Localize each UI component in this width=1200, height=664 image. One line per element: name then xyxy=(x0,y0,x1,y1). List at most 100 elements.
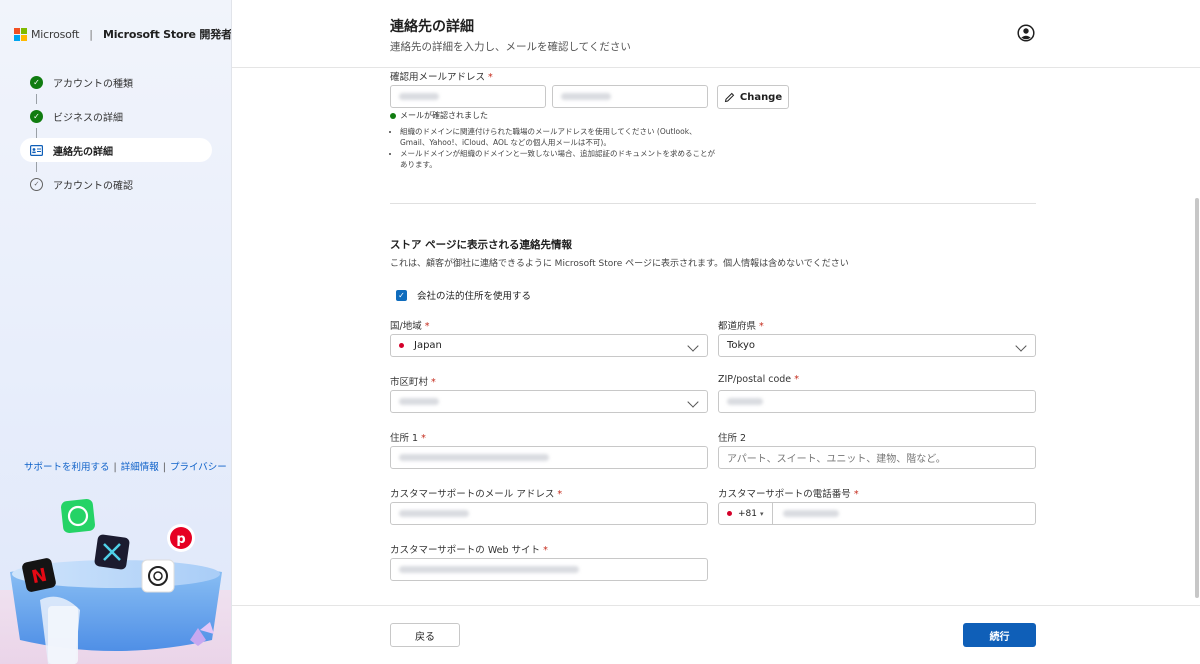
redacted-value xyxy=(399,398,439,405)
brand-microsoft: Microsoft xyxy=(31,27,80,41)
checkbox-label: 会社の法的住所を使用する xyxy=(417,291,532,302)
label-text: カスタマーサポートのメール アドレス xyxy=(390,489,555,500)
step-label: アカウントの種類 xyxy=(53,78,133,90)
link-separator: | xyxy=(162,462,166,473)
label-text: 市区町村 xyxy=(390,377,429,388)
japan-flag-icon xyxy=(399,343,404,348)
check-circle-icon: ✓ xyxy=(30,109,43,123)
label-text: カスタマーサポートの電話番号 xyxy=(718,489,851,500)
redacted-value xyxy=(399,454,549,461)
success-dot-icon xyxy=(390,112,396,119)
required-mark: * xyxy=(543,545,548,556)
prefecture-label: 都道府県 * xyxy=(718,318,764,332)
zip-label: ZIP/postal code * xyxy=(718,374,799,385)
change-email-button[interactable]: Change xyxy=(717,85,789,109)
label-text: 住所 1 xyxy=(390,433,419,444)
store-contact-title: ストア ページに表示される連絡先情報 xyxy=(390,239,572,251)
redacted-value xyxy=(399,510,469,517)
main-panel: 連絡先の詳細 連絡先の詳細を入力し、メールを確認してください 確認用メールアドレ… xyxy=(232,0,1200,664)
footer-actions: 戻る 続行 xyxy=(232,605,1200,664)
checkbox-checked-icon: ✓ xyxy=(396,289,407,301)
chevron-down-icon xyxy=(687,340,699,352)
page-header: 連絡先の詳細 連絡先の詳細を入力し、メールを確認してください xyxy=(232,0,1200,68)
email-verified-status: メールが確認されました xyxy=(390,110,488,121)
profile-icon[interactable] xyxy=(1017,24,1035,42)
redacted-value xyxy=(727,398,763,405)
support-email-input[interactable] xyxy=(390,502,708,525)
country-select[interactable]: Japan xyxy=(390,334,708,357)
scrollbar-thumb[interactable] xyxy=(1195,198,1199,598)
country-label: 国/地域 * xyxy=(390,318,429,332)
required-mark: * xyxy=(853,489,859,500)
label-text: 国/地域 xyxy=(390,321,422,332)
step-connector xyxy=(20,94,212,104)
required-mark: * xyxy=(431,377,436,388)
link-separator: | xyxy=(113,462,117,473)
privacy-link[interactable]: プライバシー xyxy=(170,462,227,473)
step-account-verification[interactable]: ✓ アカウントの確認 xyxy=(20,172,212,196)
chevron-down-icon xyxy=(687,396,699,408)
section-divider xyxy=(390,203,1036,204)
step-list: ✓ アカウントの種類 ✓ ビジネスの詳細 連絡先の詳細 ✓ アカウントの確認 xyxy=(20,70,212,196)
city-label: 市区町村 * xyxy=(390,374,436,388)
required-mark: * xyxy=(488,72,493,83)
support-phone-label: カスタマーサポートの電話番号 * xyxy=(718,486,859,500)
city-select[interactable] xyxy=(390,390,708,413)
country-value: Japan xyxy=(414,340,442,351)
address2-input[interactable]: アパート、スイート、ユニット、建物、階など。 xyxy=(718,446,1036,469)
step-connector xyxy=(20,128,212,138)
brand: Microsoft | Microsoft Store 開発者 xyxy=(14,26,232,42)
address2-label: 住所 2 xyxy=(718,433,747,444)
prefecture-value: Tokyo xyxy=(727,340,755,351)
required-mark: * xyxy=(794,374,799,385)
japan-flag-icon xyxy=(727,511,732,516)
brand-store-title: Microsoft Store 開発者 xyxy=(102,28,232,41)
support-website-label: カスタマーサポートの Web サイト * xyxy=(390,542,548,556)
email-domain-field[interactable] xyxy=(552,85,708,108)
required-mark: * xyxy=(759,321,764,332)
step-connector xyxy=(20,162,212,172)
email-local-field[interactable] xyxy=(390,85,546,108)
phone-country-code-select[interactable]: +81 ▾ xyxy=(719,503,773,524)
step-business-details[interactable]: ✓ ビジネスの詳細 xyxy=(20,104,212,128)
sidebar: Microsoft | Microsoft Store 開発者 ✓ アカウントの… xyxy=(0,0,232,664)
check-outline-icon: ✓ xyxy=(30,177,43,191)
address1-label: 住所 1 * xyxy=(390,430,426,444)
redacted-value xyxy=(561,93,611,100)
sidebar-footer-links: サポートを利用する | 詳細情報 | プライバシー xyxy=(24,459,227,473)
support-website-input[interactable] xyxy=(390,558,708,581)
page-subtitle: 連絡先の詳細を入力し、メールを確認してください xyxy=(390,41,631,53)
label-text: 都道府県 xyxy=(718,321,757,332)
required-mark: * xyxy=(421,433,426,444)
scrollbar[interactable] xyxy=(1194,68,1200,605)
use-legal-address-checkbox[interactable]: ✓ 会社の法的住所を使用する xyxy=(396,288,531,302)
change-label: Change xyxy=(739,91,783,103)
email-notes: 組織のドメインに関連付けられた職場のメールアドレスを使用してください (Outl… xyxy=(390,126,716,170)
required-mark: * xyxy=(424,321,430,332)
continue-button[interactable]: 続行 xyxy=(963,623,1036,647)
required-mark: * xyxy=(557,489,563,500)
page-title: 連絡先の詳細 xyxy=(390,19,474,35)
zip-input[interactable] xyxy=(718,390,1036,413)
support-link[interactable]: サポートを利用する xyxy=(24,462,110,473)
redacted-value xyxy=(399,566,579,573)
support-phone-field[interactable]: +81 ▾ xyxy=(718,502,1036,525)
step-account-type[interactable]: ✓ アカウントの種類 xyxy=(20,70,212,94)
label-text: カスタマーサポートの Web サイト xyxy=(390,545,541,556)
svg-text:p: p xyxy=(176,532,185,547)
step-label: 連絡先の詳細 xyxy=(53,146,113,158)
microsoft-logo-icon xyxy=(14,27,27,41)
support-email-label: カスタマーサポートのメール アドレス * xyxy=(390,486,562,500)
phone-code-value: +81 xyxy=(738,508,757,519)
back-button[interactable]: 戻る xyxy=(390,623,460,647)
step-label: アカウントの確認 xyxy=(53,180,133,192)
step-contact-details[interactable]: 連絡先の詳細 xyxy=(20,138,212,162)
store-contact-description: これは、顧客が御社に連絡できるように Microsoft Store ページに表… xyxy=(390,259,849,269)
contact-card-icon xyxy=(30,144,43,157)
verified-text: メールが確認されました xyxy=(400,111,488,120)
address1-input[interactable] xyxy=(390,446,708,469)
prefecture-select[interactable]: Tokyo xyxy=(718,334,1036,357)
redacted-value xyxy=(399,93,439,100)
details-link[interactable]: 詳細情報 xyxy=(121,462,159,473)
verification-email-label: 確認用メールアドレス * xyxy=(390,69,493,83)
